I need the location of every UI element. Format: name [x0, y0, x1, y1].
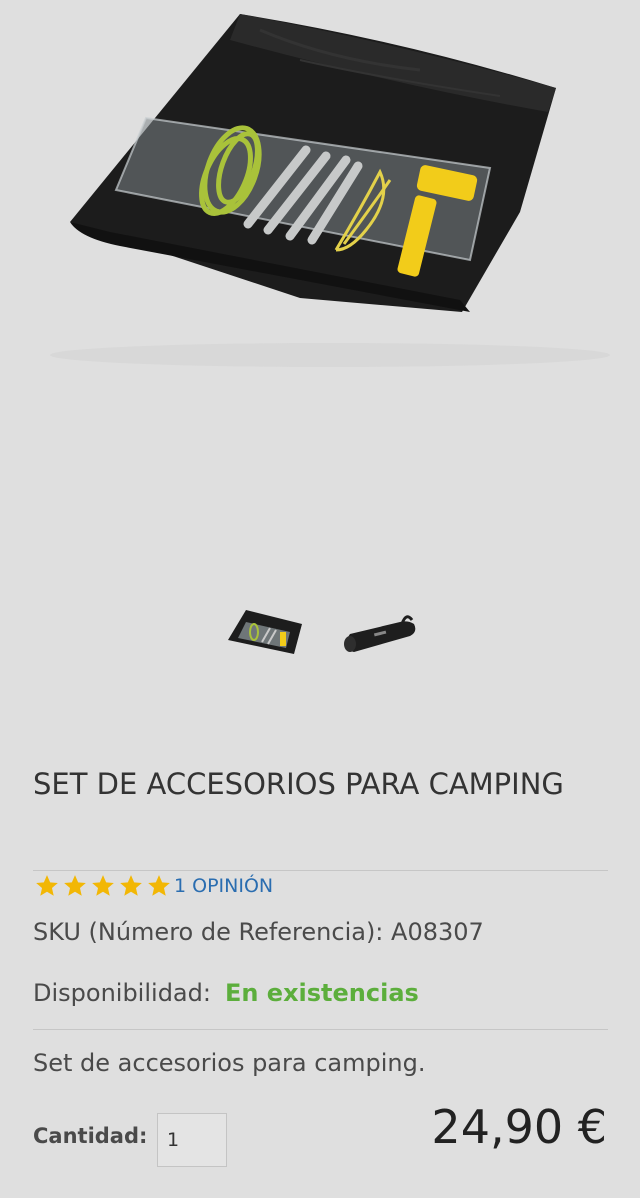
availability-label: Disponibilidad: — [33, 979, 211, 1007]
star-icon — [148, 875, 170, 896]
sku-text: SKU (Número de Referencia): A08307 — [33, 918, 484, 946]
product-page: SET DE ACCESORIOS PARA CAMPING 1 OPINIÓN… — [0, 0, 640, 1198]
product-price: 24,90 € — [431, 1100, 607, 1154]
star-icon — [64, 875, 86, 896]
thumbnail-kit-open-image — [228, 610, 302, 654]
availability-status: En existencias — [224, 979, 419, 1007]
quantity-label: Cantidad: — [33, 1124, 148, 1148]
thumbnail-strip — [0, 598, 640, 668]
reviews-link[interactable]: 1 OPINIÓN — [174, 875, 273, 897]
thumbnail-kit-rolled[interactable] — [340, 606, 420, 660]
divider — [33, 870, 608, 871]
star-icon — [120, 875, 142, 896]
product-title: SET DE ACCESORIOS PARA CAMPING — [33, 767, 564, 801]
product-description: Set de accesorios para camping. — [33, 1049, 426, 1077]
divider — [33, 1029, 608, 1030]
rating-stars — [33, 873, 173, 899]
quantity-input[interactable] — [157, 1113, 227, 1167]
thumbnail-kit-open[interactable] — [224, 602, 304, 662]
star-icon — [92, 875, 114, 896]
camping-kit-illustration — [50, 14, 610, 367]
product-rating: 1 OPINIÓN — [33, 872, 273, 900]
availability-row: Disponibilidad: En existencias — [33, 979, 419, 1007]
thumbnail-kit-rolled-image — [344, 615, 416, 652]
star-icon — [36, 875, 58, 896]
product-main-image[interactable] — [0, 0, 640, 400]
